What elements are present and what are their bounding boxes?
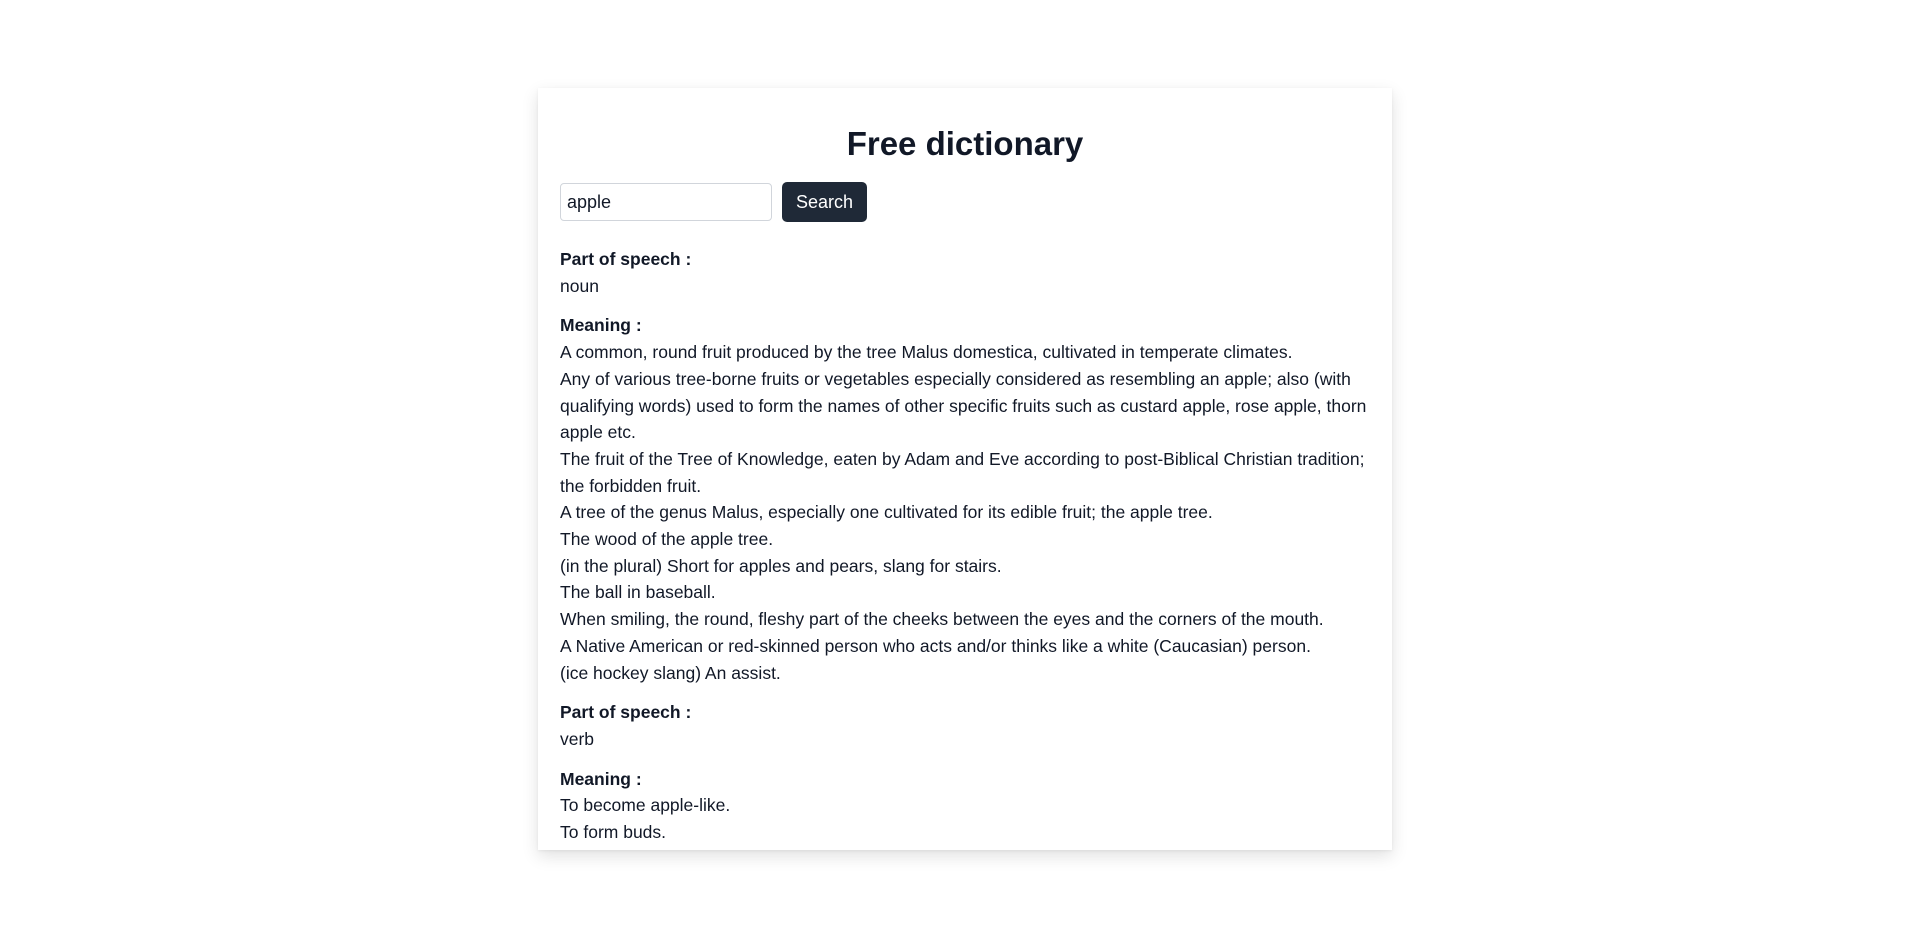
part-of-speech-value: verb	[560, 728, 595, 749]
meaning-block: Meaning : A common, round fruit produced…	[560, 312, 1370, 686]
dictionary-card: Free dictionary Search Part of speech : …	[538, 88, 1392, 850]
search-button[interactable]: Search	[782, 182, 868, 222]
meaning-item: A tree of the genus Malus, especially on…	[560, 502, 1213, 523]
meaning-item: A common, round fruit produced by the tr…	[560, 342, 1293, 363]
part-of-speech-value: noun	[560, 275, 599, 296]
part-of-speech-label: Part of speech :	[560, 702, 692, 723]
page-title: Free dictionary	[846, 125, 1084, 162]
search-bar: Search	[560, 182, 1370, 222]
meaning-item: (in the plural) Short for apples and pea…	[560, 555, 1002, 576]
meaning-label: Meaning :	[560, 315, 642, 336]
meaning-item: The ball in baseball.	[560, 582, 716, 603]
meaning-item: To form buds.	[560, 822, 667, 843]
meaning-label: Meaning :	[560, 768, 642, 789]
meaning-item: Any of various tree-borne fruits or vege…	[560, 368, 1367, 443]
meaning-item: (ice hockey slang) An assist.	[560, 662, 781, 683]
search-input[interactable]	[560, 183, 772, 221]
part-of-speech-block: Part of speech : noun	[560, 246, 1370, 299]
meaning-item: The wood of the apple tree.	[560, 529, 774, 550]
meaning-item: When smiling, the round, fleshy part of …	[560, 609, 1324, 630]
results: Part of speech : noun Meaning : A common…	[560, 246, 1370, 846]
part-of-speech-block: Part of speech : verb	[560, 699, 1370, 752]
meaning-block: Meaning : To become apple-like. To form …	[560, 766, 1370, 846]
meaning-item: To become apple-like.	[560, 795, 731, 816]
meaning-item: A Native American or red-skinned person …	[560, 635, 1311, 656]
meaning-item: The fruit of the Tree of Knowledge, eate…	[560, 448, 1365, 496]
part-of-speech-label: Part of speech :	[560, 249, 692, 269]
